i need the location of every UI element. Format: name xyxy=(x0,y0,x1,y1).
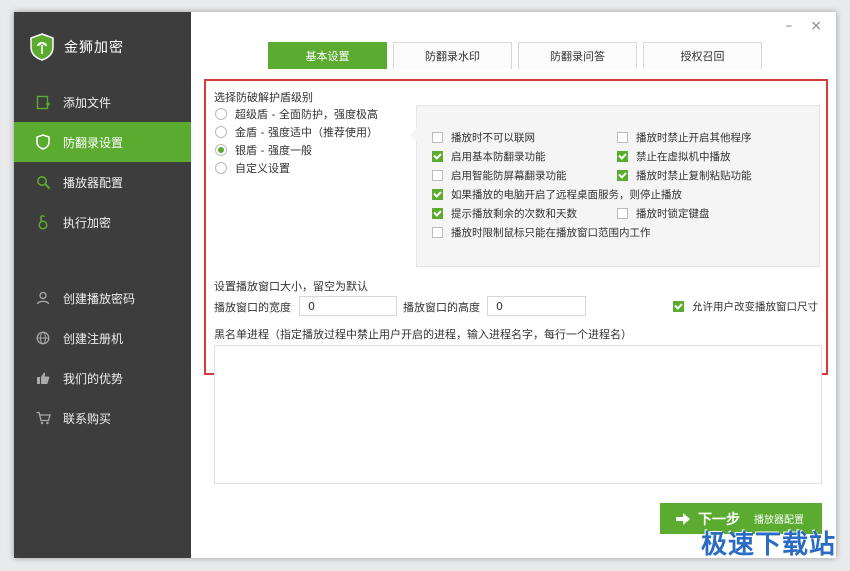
option-no-copy-paste[interactable]: 播放时禁止复制粘贴功能 xyxy=(617,168,752,183)
height-input[interactable] xyxy=(487,296,586,316)
option-allow-resize[interactable]: 允许用户改变播放窗口尺寸 xyxy=(673,299,818,314)
checkbox[interactable] xyxy=(432,151,443,162)
width-label: 播放窗口的宽度 xyxy=(214,301,291,314)
checkbox[interactable] xyxy=(617,170,628,181)
checkbox[interactable] xyxy=(432,189,443,200)
option-mouse-limit[interactable]: 播放时限制鼠标只能在播放窗口范围内工作 xyxy=(432,225,651,240)
arrow-right-icon xyxy=(676,512,690,525)
option-basic-anti-record[interactable]: 启用基本防翻录功能 xyxy=(432,149,546,164)
checkbox[interactable] xyxy=(432,132,443,143)
sidebar-item-label: 播放器配置 xyxy=(63,175,124,190)
option-lock-keyboard[interactable]: 播放时锁定键盘 xyxy=(617,206,710,221)
option-show-remaining[interactable]: 提示播放剩余的次数和天数 xyxy=(432,206,577,221)
sidebar-item-add-file[interactable]: 添加文件 xyxy=(14,82,191,122)
tab-basic-settings[interactable]: 基本设置 xyxy=(268,42,387,69)
sidebar-nav-secondary: 创建播放密码 创建注册机 我们的优势 联系购买 xyxy=(14,278,191,438)
sidebar-item-label: 创建注册机 xyxy=(63,331,124,346)
minimize-button[interactable]: – xyxy=(785,18,792,34)
option-no-vm[interactable]: 禁止在虚拟机中播放 xyxy=(617,149,731,164)
checkbox[interactable] xyxy=(617,151,628,162)
checkbox[interactable] xyxy=(432,170,443,181)
option-label: 播放时限制鼠标只能在播放窗口范围内工作 xyxy=(451,227,651,239)
option-label: 播放时禁止复制粘贴功能 xyxy=(636,170,752,182)
shield-icon xyxy=(35,134,51,150)
add-file-icon xyxy=(35,94,51,110)
sidebar-item-advantages[interactable]: 我们的优势 xyxy=(14,358,191,398)
option-label: 播放时锁定键盘 xyxy=(636,208,710,220)
search-icon xyxy=(35,174,51,190)
radio-silver-shield[interactable]: 银盾 - 强度一般 xyxy=(215,142,312,158)
height-label: 播放窗口的高度 xyxy=(403,301,480,314)
radio-super-shield[interactable]: 超级盾 - 全面防护，强度极高 xyxy=(215,106,378,122)
checkbox[interactable] xyxy=(432,208,443,219)
sidebar: 金狮加密 添加文件 防翻录设置 播放器配置 执行加密 创建播放密码 创建注册机 … xyxy=(14,12,191,558)
radio-custom[interactable]: 自定义设置 xyxy=(215,160,290,176)
option-no-other-programs[interactable]: 播放时禁止开启其他程序 xyxy=(617,130,752,145)
main-panel: – × 基本设置 防翻录水印 防翻录问答 授权召回 选择防破解护盾级别 超级盾 … xyxy=(191,12,836,558)
level-section-title: 选择防破解护盾级别 xyxy=(214,91,313,104)
radio-label: 超级盾 - 全面防护，强度极高 xyxy=(235,108,378,121)
callout-pointer xyxy=(410,128,417,142)
sidebar-item-label: 执行加密 xyxy=(63,215,112,230)
option-label: 启用智能防屏幕翻录功能 xyxy=(451,170,567,182)
blacklist-title: 黑名单进程（指定播放过程中禁止用户开启的进程，输入进程名字，每行一个进程名） xyxy=(214,328,632,341)
tab-watermark[interactable]: 防翻录水印 xyxy=(393,42,512,69)
radio-button[interactable] xyxy=(215,162,227,174)
app-title: 金狮加密 xyxy=(64,40,124,56)
checkbox[interactable] xyxy=(673,301,684,312)
window-size-title: 设置播放窗口大小，留空为默认 xyxy=(214,280,368,293)
shield-logo-icon xyxy=(30,33,54,61)
protection-options-box: 播放时不可以联网 启用基本防翻录功能 启用智能防屏幕翻录功能 播放时禁止开启其他… xyxy=(410,105,820,267)
sidebar-item-label: 添加文件 xyxy=(63,95,112,110)
radio-label: 金盾 - 强度适中（推荐使用） xyxy=(235,126,378,139)
sidebar-item-label: 防翻录设置 xyxy=(63,135,124,150)
lock-run-icon xyxy=(35,214,51,230)
sidebar-nav: 添加文件 防翻录设置 播放器配置 执行加密 xyxy=(14,82,191,242)
option-label: 如果播放的电脑开启了远程桌面服务，则停止播放 xyxy=(451,189,682,201)
option-label: 提示播放剩余的次数和天数 xyxy=(451,208,577,220)
checkbox[interactable] xyxy=(617,132,628,143)
blacklist-textarea[interactable] xyxy=(214,345,822,484)
sidebar-item-anti-record[interactable]: 防翻录设置 xyxy=(14,122,191,162)
option-no-network[interactable]: 播放时不可以联网 xyxy=(432,130,535,145)
sidebar-item-label: 我们的优势 xyxy=(63,371,124,386)
tab-auth-recall[interactable]: 授权召回 xyxy=(643,42,762,69)
tab-bar: 基本设置 防翻录水印 防翻录问答 授权召回 xyxy=(268,42,762,69)
radio-button[interactable] xyxy=(215,144,227,156)
sidebar-item-player-config[interactable]: 播放器配置 xyxy=(14,162,191,202)
option-label: 禁止在虚拟机中播放 xyxy=(636,151,731,163)
option-label: 播放时不可以联网 xyxy=(451,132,535,144)
option-label: 播放时禁止开启其他程序 xyxy=(636,132,752,144)
cart-icon xyxy=(35,410,51,426)
globe-icon xyxy=(35,330,51,346)
checkbox[interactable] xyxy=(617,208,628,219)
app-window: 金狮加密 添加文件 防翻录设置 播放器配置 执行加密 创建播放密码 创建注册机 … xyxy=(14,12,836,558)
sidebar-item-create-keygen[interactable]: 创建注册机 xyxy=(14,318,191,358)
sidebar-item-encrypt[interactable]: 执行加密 xyxy=(14,202,191,242)
option-smart-screen-record[interactable]: 启用智能防屏幕翻录功能 xyxy=(432,168,567,183)
site-watermark: 极速下载站 xyxy=(700,530,836,560)
close-button[interactable]: × xyxy=(810,18,822,34)
radio-gold-shield[interactable]: 金盾 - 强度适中（推荐使用） xyxy=(215,124,378,140)
sidebar-item-create-password[interactable]: 创建播放密码 xyxy=(14,278,191,318)
user-icon xyxy=(35,290,51,306)
sidebar-item-label: 创建播放密码 xyxy=(63,291,136,306)
checkbox[interactable] xyxy=(432,227,443,238)
option-label: 允许用户改变播放窗口尺寸 xyxy=(692,301,818,313)
window-controls: – × xyxy=(785,18,822,34)
tab-qa[interactable]: 防翻录问答 xyxy=(518,42,637,69)
sidebar-item-label: 联系购买 xyxy=(63,411,112,426)
thumb-up-icon xyxy=(35,370,51,386)
width-input[interactable] xyxy=(299,296,397,316)
radio-button[interactable] xyxy=(215,108,227,120)
radio-label: 自定义设置 xyxy=(235,162,290,175)
option-label: 启用基本防翻录功能 xyxy=(451,151,546,163)
sidebar-item-contact-buy[interactable]: 联系购买 xyxy=(14,398,191,438)
option-remote-desktop[interactable]: 如果播放的电脑开启了远程桌面服务，则停止播放 xyxy=(432,187,682,202)
radio-label: 银盾 - 强度一般 xyxy=(235,144,312,157)
radio-button[interactable] xyxy=(215,126,227,138)
brand: 金狮加密 xyxy=(14,12,191,82)
